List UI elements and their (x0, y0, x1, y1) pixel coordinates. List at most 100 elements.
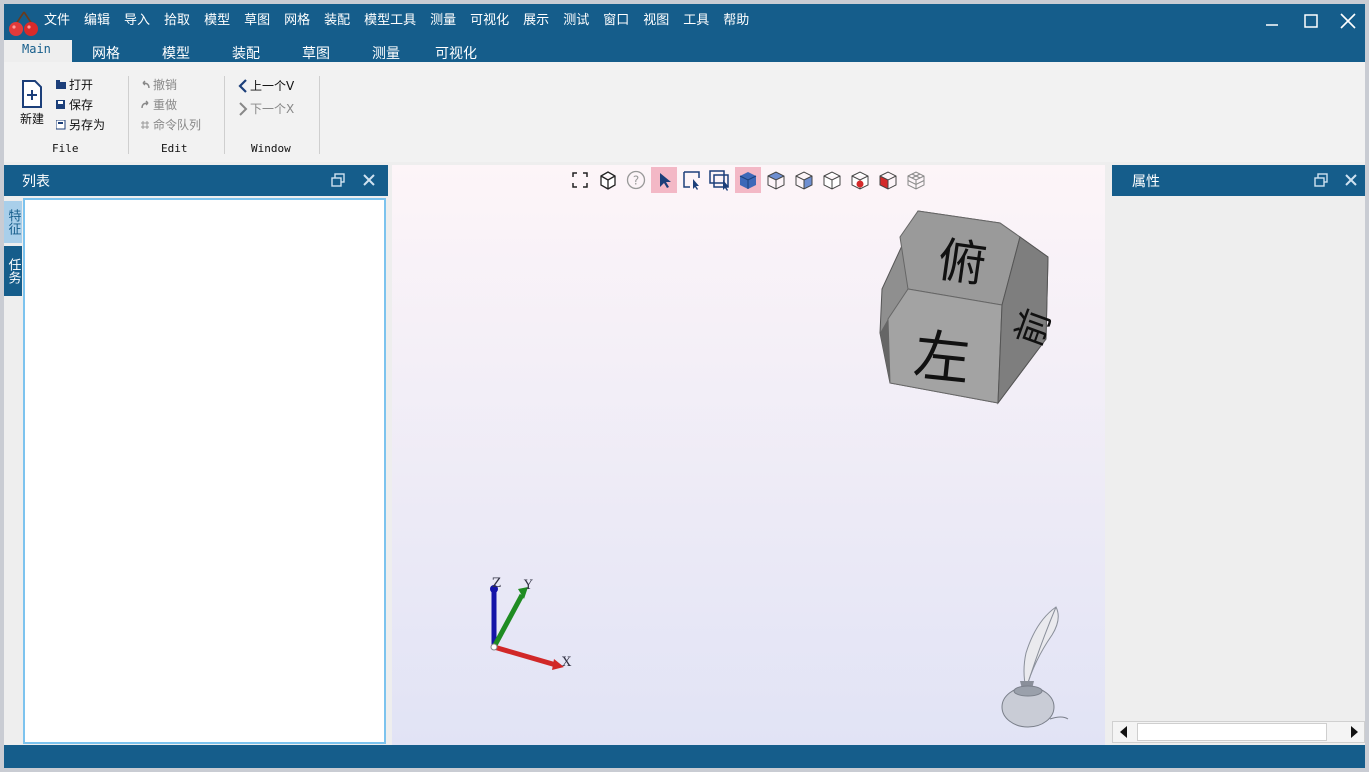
menu-import[interactable]: 导入 (124, 9, 150, 28)
menu-test[interactable]: 测试 (563, 9, 589, 28)
help-button[interactable]: ? (623, 167, 649, 193)
tab-measure[interactable]: 测量 (372, 43, 400, 63)
view-front-icon (795, 171, 813, 190)
open-folder-icon (56, 79, 66, 89)
view-left-button[interactable] (875, 167, 901, 193)
minimize-button[interactable] (1254, 4, 1290, 38)
prev-view-button[interactable]: 上一个V (238, 77, 294, 94)
menu-mesh[interactable]: 网格 (284, 9, 310, 28)
list-area[interactable] (23, 198, 386, 744)
float-panel-icon[interactable] (1314, 173, 1328, 187)
iso-view-button[interactable] (595, 167, 621, 193)
tab-main[interactable]: Main (4, 40, 72, 63)
menu-model[interactable]: 模型 (204, 9, 230, 28)
menu-visualize[interactable]: 可视化 (470, 9, 509, 28)
menu-display[interactable]: 展示 (523, 9, 549, 28)
select-button[interactable] (651, 167, 677, 193)
vtab-features[interactable]: 特征 (4, 201, 22, 243)
view-wire-button[interactable] (903, 167, 929, 193)
axis-x-label: X (562, 655, 572, 670)
ribbon-separator (319, 76, 320, 154)
open-button[interactable]: 打开 (56, 76, 93, 93)
axis-triad: Z Y X (490, 576, 572, 670)
scrollbar-thumb[interactable] (1137, 723, 1327, 741)
fit-view-button[interactable] (567, 167, 593, 193)
view-right-icon (823, 171, 841, 190)
redo-label: 重做 (153, 98, 178, 112)
box-select-icon (683, 171, 700, 190)
multi-select-icon (709, 170, 729, 191)
save-as-label: 另存为 (69, 118, 106, 132)
tab-mesh[interactable]: 网格 (92, 43, 120, 63)
menu-view[interactable]: 视图 (643, 9, 669, 28)
new-label: 新建 (20, 112, 45, 126)
undo-label: 撤销 (153, 78, 178, 92)
menu-edit[interactable]: 编辑 (84, 9, 110, 28)
3d-viewport[interactable]: ? 俯 左 前 Z Y X (392, 165, 1105, 745)
view-solid-button[interactable] (735, 167, 761, 193)
viewcube-left-label[interactable]: 左 (911, 323, 973, 393)
menu-window[interactable]: 窗口 (603, 9, 629, 28)
undo-button[interactable]: 撤销 (140, 76, 177, 93)
properties-panel-title: 属性 (1132, 174, 1160, 190)
vtab-tasks[interactable]: 任务 (4, 246, 22, 296)
group-edit-label: Edit (161, 142, 188, 155)
tab-assembly[interactable]: 装配 (232, 43, 260, 63)
undo-icon (142, 80, 150, 88)
cherry-logo-icon (9, 11, 38, 36)
view-front-button[interactable] (791, 167, 817, 193)
ribbon-separator (224, 76, 225, 154)
group-window-label: Window (251, 142, 291, 155)
view-right-button[interactable] (819, 167, 845, 193)
maximize-button[interactable] (1293, 4, 1329, 38)
tab-model[interactable]: 模型 (162, 43, 190, 63)
close-icon (1340, 13, 1356, 29)
list-panel-header: 列表 (4, 165, 388, 196)
tab-sketch[interactable]: 草图 (302, 43, 330, 63)
save-as-button[interactable]: 另存为 (56, 116, 105, 133)
viewcube-top-label[interactable]: 俯 (934, 232, 989, 294)
close-panel-icon[interactable] (1344, 173, 1358, 187)
menu-bar: 文件 编辑 导入 拾取 模型 草图 网格 装配 模型工具 测量 可视化 展示 测… (44, 4, 763, 32)
properties-panel (1112, 196, 1365, 745)
chevron-right-icon (239, 101, 248, 116)
close-panel-icon[interactable] (362, 173, 376, 187)
ribbon-tabs: Main 网格 模型 装配 草图 测量 可视化 (4, 40, 1365, 63)
queue-icon (141, 120, 149, 129)
menu-model-tools[interactable]: 模型工具 (364, 9, 416, 28)
maximize-icon (1304, 14, 1318, 28)
float-panel-icon[interactable] (331, 173, 345, 187)
multi-select-button[interactable] (707, 167, 733, 193)
view-cube[interactable]: 俯 左 前 (878, 207, 1054, 405)
menu-help[interactable]: 帮助 (723, 9, 749, 28)
new-button[interactable]: 新建 (20, 80, 44, 127)
menu-file[interactable]: 文件 (44, 9, 70, 28)
redo-button[interactable]: 重做 (140, 96, 177, 113)
next-view-button[interactable]: 下一个X (238, 100, 294, 117)
ribbon-separator (128, 76, 129, 154)
save-label: 保存 (69, 98, 94, 112)
list-panel-title: 列表 (22, 174, 50, 190)
save-button[interactable]: 保存 (56, 96, 93, 113)
box-select-button[interactable] (679, 167, 705, 193)
view-top-icon (767, 171, 785, 190)
axis-y-label: Y (523, 578, 533, 593)
view-wire-icon (907, 171, 925, 190)
scroll-right-icon[interactable] (1349, 726, 1359, 738)
menu-tools[interactable]: 工具 (683, 9, 709, 28)
menu-measure[interactable]: 测量 (430, 9, 456, 28)
menu-sketch[interactable]: 草图 (244, 9, 270, 28)
next-view-label: 下一个X (250, 102, 295, 116)
ribbon: 新建 打开 保存 另存为 File 撤销 重做 命令队列 Edit 上一个V 下… (4, 62, 1365, 162)
close-window-button[interactable] (1330, 4, 1365, 38)
menu-pick[interactable]: 拾取 (164, 9, 190, 28)
view-top-button[interactable] (763, 167, 789, 193)
new-file-icon (22, 80, 42, 108)
menu-assembly[interactable]: 装配 (324, 9, 350, 28)
command-queue-button[interactable]: 命令队列 (140, 116, 201, 133)
horizontal-scrollbar[interactable] (1112, 721, 1365, 743)
tab-visualize[interactable]: 可视化 (435, 43, 477, 63)
view-bottom-button[interactable] (847, 167, 873, 193)
scroll-left-icon[interactable] (1119, 726, 1129, 738)
redo-icon (141, 100, 149, 108)
